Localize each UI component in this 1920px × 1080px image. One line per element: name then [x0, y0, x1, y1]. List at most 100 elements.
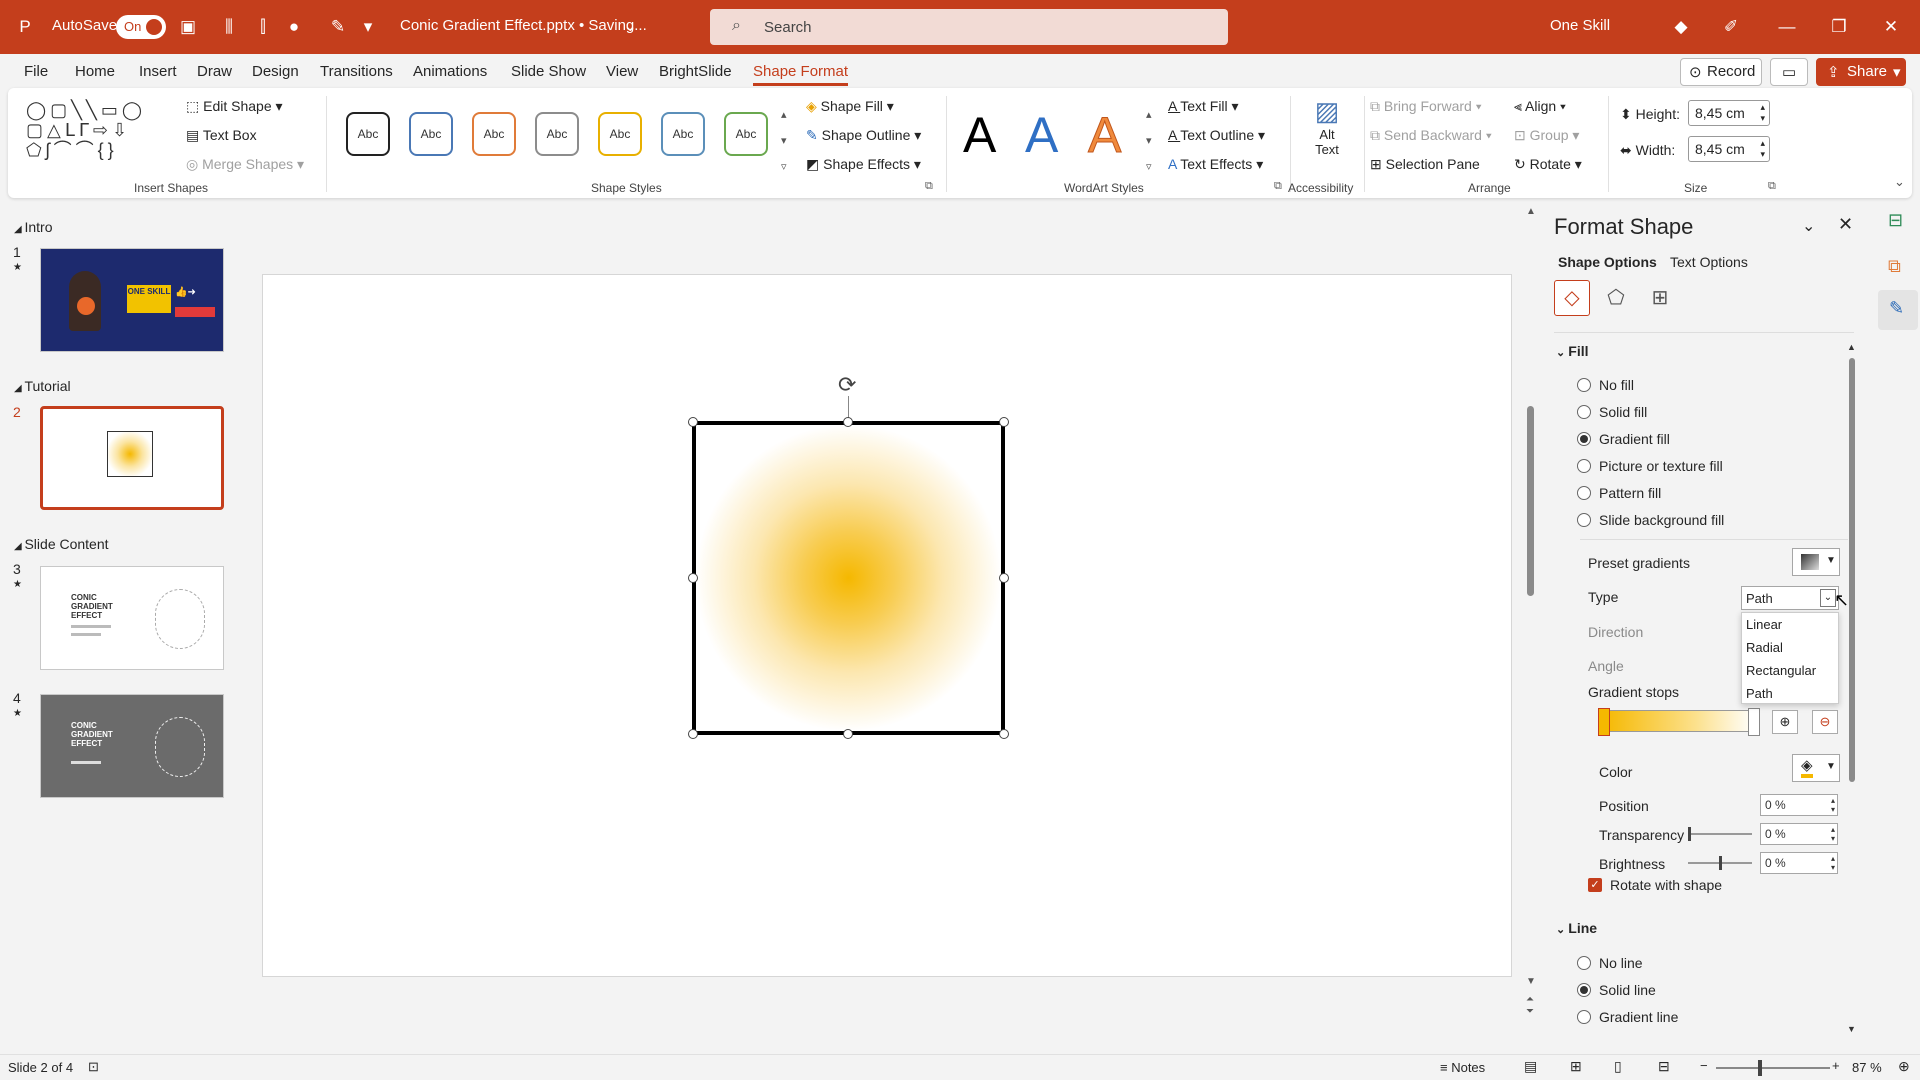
- slide-thumbnail-1[interactable]: ONE SKILL 👍➜: [40, 248, 224, 352]
- pattern-fill-label[interactable]: Pattern fill: [1599, 485, 1661, 501]
- picture-fill-radio[interactable]: [1577, 459, 1591, 473]
- pattern-fill-radio[interactable]: [1577, 486, 1591, 500]
- dialog-launcher-icon[interactable]: ⧉: [925, 180, 933, 193]
- text-outline-button[interactable]: A Text Outline ▾: [1168, 127, 1265, 144]
- height-field[interactable]: 8,45 cm ▴ ▾: [1688, 100, 1770, 126]
- prev-next-slide-icon[interactable]: ⏶ ⏷: [1526, 994, 1534, 1018]
- gradient-fill-label[interactable]: Gradient fill: [1599, 431, 1670, 447]
- wordart-style-blue[interactable]: A: [1025, 110, 1058, 160]
- shape-outline-button[interactable]: ✎ Shape Outline ▾: [806, 127, 921, 144]
- search-box[interactable]: ⌕ Search: [710, 9, 1228, 45]
- slide-thumbnail-2[interactable]: [40, 406, 224, 510]
- preset-gradients-button[interactable]: ▼: [1792, 548, 1840, 576]
- resize-handle[interactable]: [999, 729, 1009, 739]
- color-picker-button[interactable]: ◈ ▼: [1792, 754, 1840, 782]
- zoom-slider[interactable]: [1716, 1067, 1830, 1069]
- brightness-slider[interactable]: [1688, 856, 1752, 870]
- spinner-arrows-icon[interactable]: ▴ ▾: [1831, 796, 1835, 814]
- section-intro[interactable]: ◢ Intro: [14, 219, 52, 235]
- gradient-shape[interactable]: [692, 421, 1005, 735]
- align-button[interactable]: ⫷ Align ▾: [1514, 98, 1566, 115]
- format-pane-toggle[interactable]: ✎: [1878, 290, 1918, 330]
- scroll-down-icon[interactable]: ▼: [1526, 976, 1536, 987]
- tab-shape-options[interactable]: Shape Options: [1558, 254, 1657, 270]
- shape-fill-button[interactable]: ◈ Shape Fill ▾: [806, 98, 894, 115]
- save-icon[interactable]: ▣: [177, 16, 199, 38]
- pen-icon[interactable]: ✐: [1720, 16, 1742, 38]
- slide-sorter-icon[interactable]: ⊞: [1570, 1058, 1582, 1075]
- tab-design[interactable]: Design: [252, 63, 299, 80]
- gradient-stop-handle[interactable]: [1748, 708, 1760, 736]
- tab-file[interactable]: File: [24, 63, 48, 80]
- slider-thumb[interactable]: [1719, 856, 1722, 870]
- spinner-arrows-icon[interactable]: ▴ ▾: [1831, 825, 1835, 843]
- pane-options-chevron-icon[interactable]: ⌄: [1802, 216, 1815, 236]
- shape-style-swatch[interactable]: Abc: [535, 112, 579, 156]
- type-option-path[interactable]: Path: [1746, 686, 1773, 701]
- collapse-ribbon-icon[interactable]: ⌄: [1894, 174, 1905, 190]
- fill-section-header[interactable]: ⌄ Fill: [1556, 343, 1589, 359]
- shape-style-swatch[interactable]: Abc: [346, 112, 390, 156]
- restore-icon[interactable]: ❐: [1828, 16, 1850, 38]
- scrollbar-thumb[interactable]: [1527, 406, 1534, 596]
- normal-view-icon[interactable]: ▤: [1524, 1058, 1537, 1075]
- gradient-stop-handle[interactable]: [1598, 708, 1610, 736]
- wordart-style-orange[interactable]: A: [1087, 110, 1121, 161]
- resize-handle[interactable]: [843, 729, 853, 739]
- scroll-down-icon[interactable]: ▼: [1847, 1024, 1856, 1034]
- line-section-header[interactable]: ⌄ Line: [1556, 920, 1597, 936]
- wordart-gallery-arrows[interactable]: ▴ ▾ ▿: [1146, 102, 1152, 180]
- section-tutorial[interactable]: ◢ Tutorial: [14, 378, 71, 394]
- reading-view-icon[interactable]: ▯: [1614, 1058, 1622, 1075]
- zoom-level[interactable]: 87 %: [1852, 1060, 1882, 1075]
- remove-gradient-stop-icon[interactable]: ⊖: [1812, 710, 1838, 734]
- tab-transitions[interactable]: Transitions: [320, 63, 393, 80]
- resize-handle[interactable]: [999, 573, 1009, 583]
- text-fill-button[interactable]: A Text Fill ▾: [1168, 98, 1239, 115]
- transparency-slider[interactable]: [1688, 827, 1752, 841]
- slide-background-fill-radio[interactable]: [1577, 513, 1591, 527]
- gradient-fill-radio[interactable]: [1577, 432, 1591, 446]
- tab-home[interactable]: Home: [75, 63, 115, 80]
- size-properties-icon[interactable]: ⊞: [1644, 282, 1676, 314]
- text-box-button[interactable]: ▤ Text Box: [186, 127, 257, 144]
- shapes-gallery[interactable]: ◯▢╲╲▭◯ ▢△ᒪᒥ⇨⇩ ⬠ʃ⌒⌒{}: [26, 100, 176, 160]
- rotate-button[interactable]: ↻ Rotate ▾: [1514, 156, 1582, 173]
- position-field[interactable]: 0 % ▴ ▾: [1760, 794, 1838, 816]
- selection-pane-button[interactable]: ⊞ Selection Pane: [1370, 156, 1480, 173]
- slider-thumb[interactable]: [1688, 827, 1691, 841]
- effects-pentagon-icon[interactable]: ⬠: [1600, 282, 1632, 314]
- tab-shape-format[interactable]: Shape Format: [753, 63, 849, 86]
- zoom-slider-thumb[interactable]: [1758, 1060, 1762, 1076]
- tab-draw[interactable]: Draw: [197, 63, 232, 80]
- tab-insert[interactable]: Insert: [139, 63, 177, 80]
- shape-style-swatch[interactable]: Abc: [409, 112, 453, 156]
- fill-line-icon[interactable]: ◇: [1554, 280, 1590, 316]
- zoom-out-icon[interactable]: −: [1700, 1058, 1708, 1073]
- document-title[interactable]: Conic Gradient Effect.pptx • Saving...: [400, 17, 647, 34]
- tab-view[interactable]: View: [606, 63, 638, 80]
- minimize-icon[interactable]: —: [1776, 16, 1798, 38]
- no-fill-radio[interactable]: [1577, 378, 1591, 392]
- no-fill-label[interactable]: No fill: [1599, 377, 1634, 393]
- shapes-icon[interactable]: ●: [283, 16, 305, 38]
- tab-text-options[interactable]: Text Options: [1670, 254, 1748, 270]
- resize-handle[interactable]: [688, 417, 698, 427]
- zoom-in-icon[interactable]: +: [1832, 1058, 1840, 1073]
- autosave-toggle[interactable]: On: [116, 15, 166, 39]
- resize-handle[interactable]: [999, 417, 1009, 427]
- close-pane-icon[interactable]: ✕: [1838, 214, 1853, 235]
- chevron-down-icon[interactable]: ⌄: [624, 17, 637, 35]
- type-option-rectangular[interactable]: Rectangular: [1746, 663, 1816, 678]
- type-option-linear[interactable]: Linear: [1746, 617, 1782, 632]
- no-line-label[interactable]: No line: [1599, 955, 1643, 971]
- add-gradient-stop-icon[interactable]: ⊕: [1772, 710, 1798, 734]
- shape-style-swatch[interactable]: Abc: [598, 112, 642, 156]
- scroll-up-icon[interactable]: ▲: [1847, 342, 1856, 352]
- spinner-arrows-icon[interactable]: ▴ ▾: [1760, 138, 1765, 160]
- close-window-icon[interactable]: ✕: [1880, 16, 1902, 38]
- width-field[interactable]: 8,45 cm ▴ ▾: [1688, 136, 1770, 162]
- shape-effects-button[interactable]: ◩ Shape Effects ▾: [806, 156, 921, 173]
- gradient-line-label[interactable]: Gradient line: [1599, 1009, 1678, 1025]
- no-line-radio[interactable]: [1577, 956, 1591, 970]
